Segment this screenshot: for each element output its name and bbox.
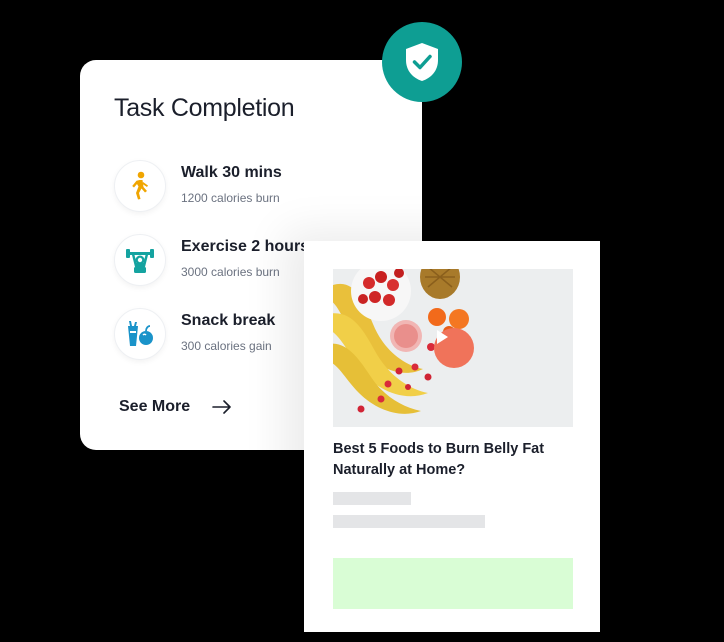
task-card-title: Task Completion — [114, 94, 295, 122]
shield-check-badge — [382, 22, 462, 102]
task-detail: 3000 calories burn — [181, 265, 280, 279]
see-more-label: See More — [119, 398, 191, 415]
task-item-walk[interactable]: Walk 30 mins 1200 calories burn — [114, 160, 414, 212]
play-button[interactable] — [434, 328, 474, 368]
skeleton-line — [333, 492, 411, 505]
walking-person-icon — [114, 160, 166, 212]
skeleton-line — [333, 515, 485, 528]
task-name: Snack break — [181, 312, 276, 329]
snack-icon — [114, 308, 166, 360]
arrow-right-icon — [212, 400, 232, 414]
task-detail: 300 calories gain — [181, 339, 272, 353]
dumbbell-exercise-icon — [114, 234, 166, 286]
shield-check-icon — [406, 43, 438, 81]
green-action-block[interactable] — [333, 558, 573, 609]
task-name: Walk 30 mins — [181, 164, 282, 181]
play-icon — [437, 330, 448, 344]
video-card[interactable]: Best 5 Foods to Burn Belly Fat Naturally… — [304, 241, 600, 632]
see-more-link[interactable]: See More — [119, 398, 232, 416]
task-name: Exercise 2 hours — [181, 238, 310, 255]
video-title[interactable]: Best 5 Foods to Burn Belly Fat Naturally… — [333, 439, 573, 481]
food-video-thumbnail[interactable] — [333, 269, 573, 427]
task-detail: 1200 calories burn — [181, 191, 280, 205]
